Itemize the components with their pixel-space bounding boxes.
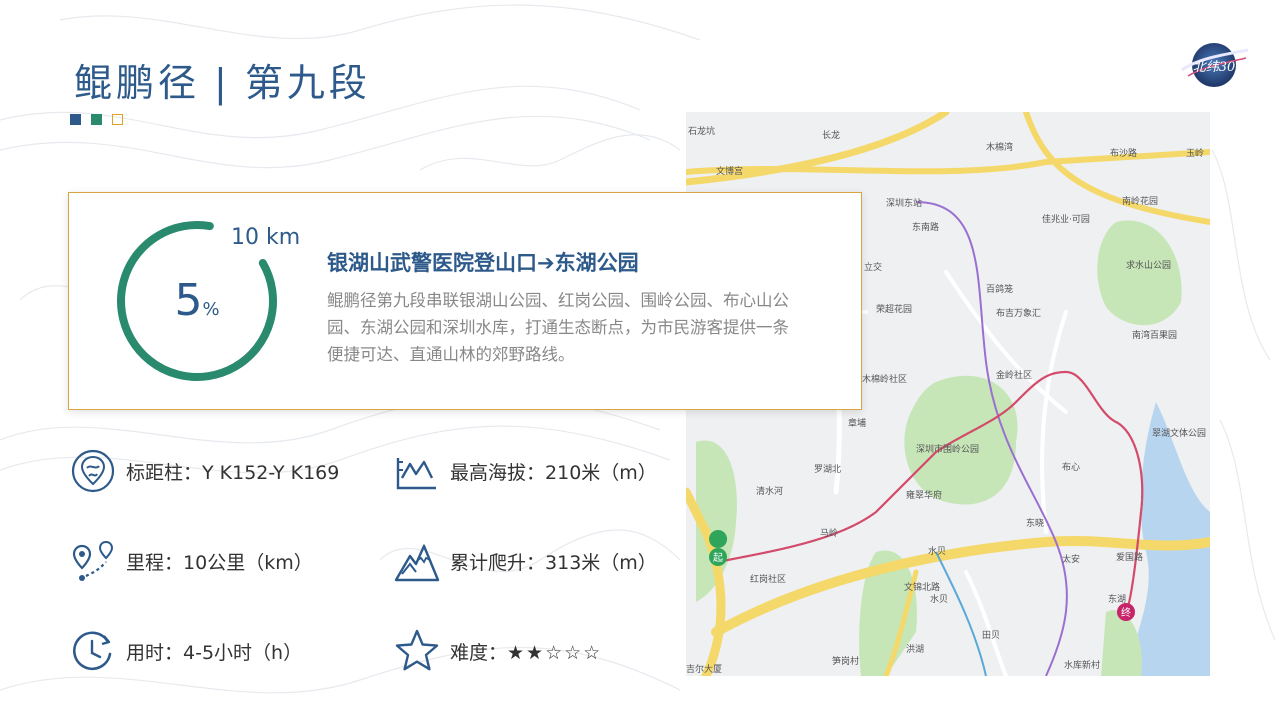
progress-percent: 5% [115,275,279,326]
page-title: 鲲鹏径 | 第九段 [74,52,371,107]
svg-text:太安: 太安 [1062,553,1080,565]
svg-text:水贝: 水贝 [930,593,948,605]
svg-text:东湖: 东湖 [1108,593,1126,605]
progress-value: 5 [174,275,203,326]
svg-text:章埔: 章埔 [848,417,866,429]
title-part2: 第九段 [244,61,371,105]
svg-text:布吉万象汇: 布吉万象汇 [996,307,1041,319]
title-separator: | [214,61,231,105]
progress-unit: % [202,299,220,320]
stat-marker-label: 标距柱： [126,461,203,484]
svg-text:翠湖文体公园: 翠湖文体公园 [1152,427,1206,439]
stat-ascent: 累计爬升：313米（m） [394,538,657,584]
clock-icon [73,631,112,671]
svg-text:笋岗村: 笋岗村 [832,655,859,667]
svg-text:水库新村: 水库新村 [1064,659,1100,671]
stat-max-altitude: 最高海拔：210米（m） [394,448,657,494]
svg-text:雍翠华府: 雍翠华府 [906,489,942,501]
square-green [91,114,102,125]
logo-text: 北纬30 [1193,60,1236,75]
difficulty-stars: ★★☆☆☆ [507,641,603,664]
route-icon [72,540,114,581]
svg-text:清水河: 清水河 [756,485,783,497]
stat-duration-label: 用时： [126,641,184,664]
route-summary-card: 5% 10 km 银湖山武警医院登山口➔东湖公园 鲲鹏径第九段串联银湖山公园、红… [68,192,862,410]
svg-text:佳兆业·可园: 佳兆业·可园 [1042,213,1090,225]
stat-duration-value: 4-5小时（h） [183,641,303,664]
svg-text:长龙: 长龙 [822,129,840,141]
svg-text:红岗社区: 红岗社区 [750,573,786,585]
end-marker[interactable]: 终 [1117,603,1135,621]
stat-ascent-label: 累计爬升： [450,551,546,574]
svg-text:木棉湾: 木棉湾 [986,141,1013,153]
stat-difficulty-label: 难度： [450,641,508,664]
svg-text:金岭社区: 金岭社区 [996,369,1032,381]
svg-text:荣超花园: 荣超花园 [876,303,912,315]
title-part1: 鲲鹏径 [74,61,201,105]
mountain-icon [394,543,440,582]
stat-max-altitude-value: 210米（m） [545,461,657,484]
svg-text:水贝: 水贝 [928,545,946,557]
svg-text:文锦北路: 文锦北路 [904,581,940,593]
svg-text:起: 起 [713,552,723,564]
svg-text:田贝: 田贝 [982,630,1000,641]
svg-text:木棉岭社区: 木棉岭社区 [862,373,907,385]
svg-text:南岭花园: 南岭花园 [1122,195,1158,207]
svg-text:罗湖北: 罗湖北 [814,464,841,475]
altitude-icon [396,458,436,490]
svg-text:爱国路: 爱国路 [1116,551,1143,563]
square-outline [112,114,123,125]
map-pin-icon [71,449,115,493]
svg-text:求水山公园: 求水山公园 [1126,259,1171,271]
svg-text:布心: 布心 [1062,461,1080,473]
decorative-squares [70,114,123,125]
svg-text:洪湖: 洪湖 [906,643,924,655]
route-description: 鲲鹏径第九段串联银湖山公园、红岗公园、围岭公园、布心山公园、东湖公园和深圳水库，… [327,291,789,364]
svg-text:深圳东站: 深圳东站 [886,197,922,209]
stat-marker-value: Y K152-Y K169 [202,461,340,484]
svg-text:布沙路: 布沙路 [1110,147,1137,159]
svg-text:东晓: 东晓 [1026,517,1044,529]
stat-ascent-value: 313米（m） [545,551,657,574]
square-blue [70,114,81,125]
stat-max-altitude-label: 最高海拔： [450,461,546,484]
svg-text:马岭: 马岭 [820,527,838,539]
stat-difficulty: 难度：★★☆☆☆ [394,628,602,674]
svg-text:文博宫: 文博宫 [716,165,743,177]
stat-marker: 标距柱：Y K152-Y K169 [70,448,339,494]
route-title: 银湖山武警医院登山口➔东湖公园 [327,251,639,275]
distance-label: 10 km [231,225,301,250]
svg-text:玉岭: 玉岭 [1186,147,1204,159]
svg-text:东南路: 东南路 [912,221,939,233]
svg-text:深圳市围岭公园: 深圳市围岭公园 [916,443,979,455]
svg-text:立交: 立交 [864,261,882,273]
svg-text:石龙坑: 石龙坑 [688,125,715,137]
svg-text:百鸽笼: 百鸽笼 [986,283,1013,295]
brand-logo: 北纬30 [1181,43,1249,87]
stat-duration: 用时：4-5小时（h） [70,628,302,674]
stat-distance-value: 10公里（km） [183,551,313,574]
star-icon [395,629,439,671]
svg-text:吉尔大厦: 吉尔大厦 [686,663,722,675]
svg-text:南湾百果园: 南湾百果园 [1132,329,1177,341]
park-area [904,375,1018,505]
svg-text:终: 终 [1121,606,1131,619]
stat-distance: 里程：10公里（km） [70,538,313,584]
stat-distance-label: 里程： [126,551,184,574]
